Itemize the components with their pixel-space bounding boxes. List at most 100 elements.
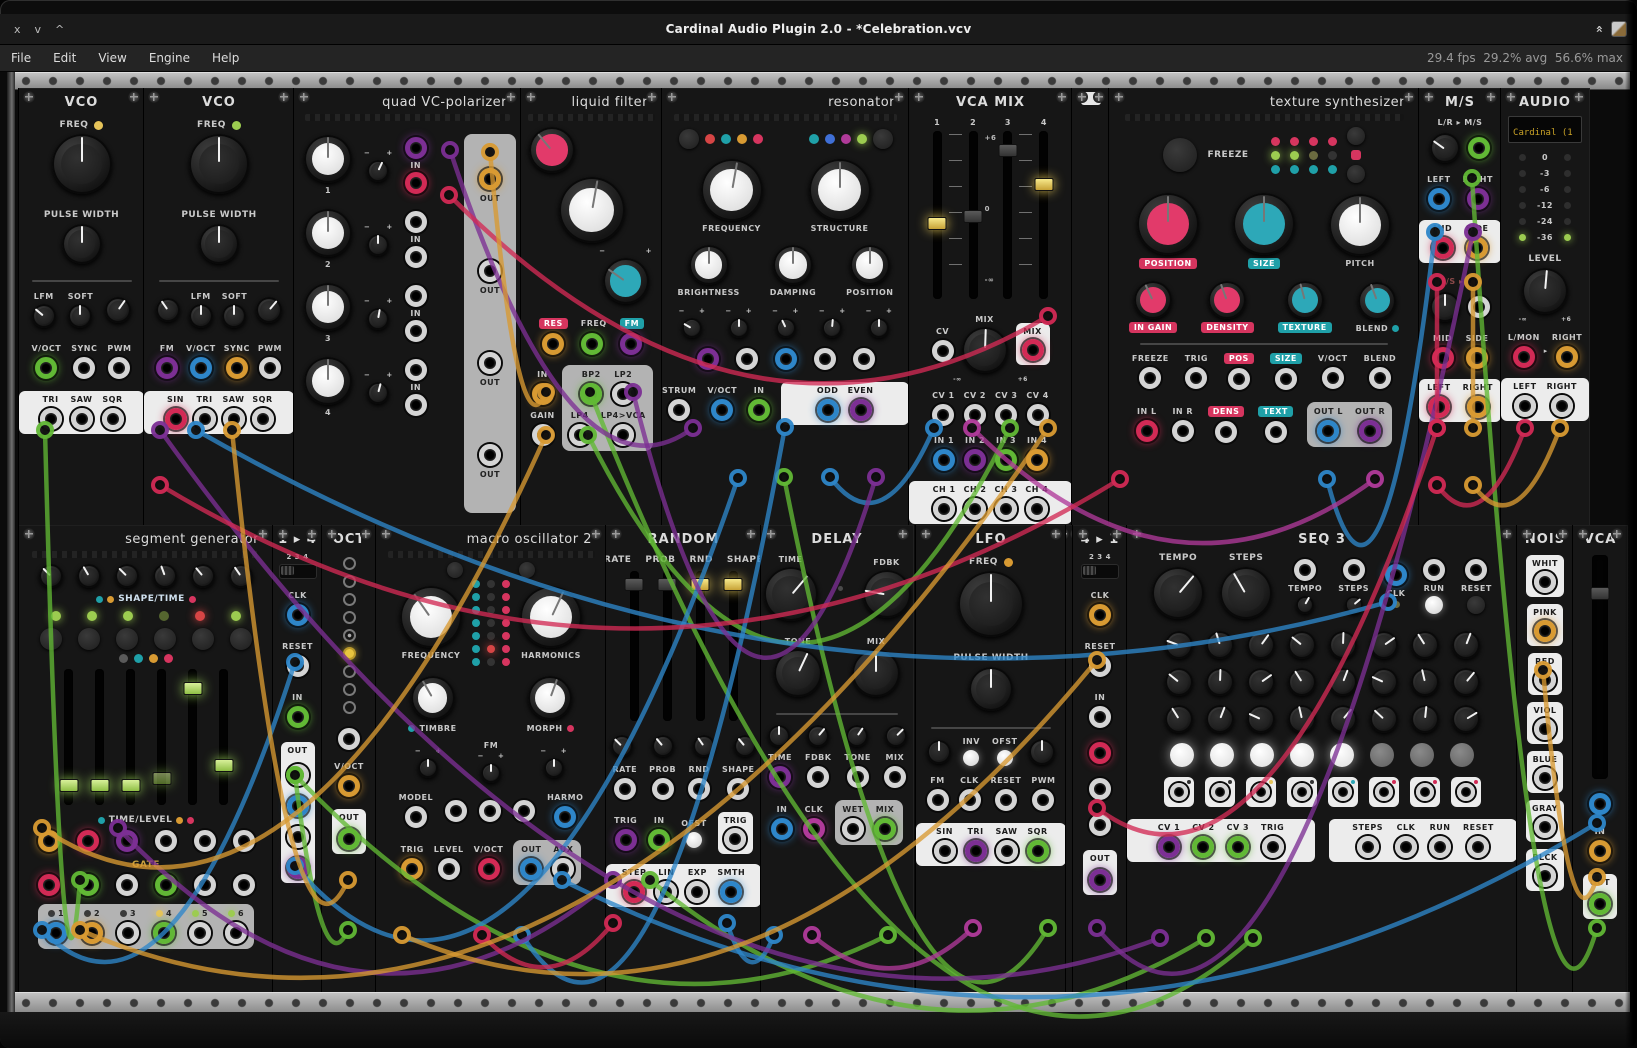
knob[interactable] [105, 297, 131, 323]
knob[interactable] [1411, 705, 1439, 733]
texture-knob[interactable] [1286, 281, 1324, 319]
pwm-port[interactable] [108, 357, 130, 379]
smth-port[interactable] [720, 881, 742, 903]
port[interactable] [1089, 869, 1111, 891]
slider[interactable] [630, 571, 639, 721]
step-port[interactable] [623, 881, 645, 903]
mix-knob[interactable] [852, 649, 900, 697]
slider-handle[interactable] [691, 578, 710, 591]
menu-file[interactable]: File [0, 51, 42, 65]
knob[interactable] [418, 758, 438, 778]
harmonics-knob[interactable] [520, 586, 582, 648]
gate-port-1[interactable] [1170, 783, 1188, 801]
port[interactable] [116, 874, 138, 896]
red-port[interactable] [1534, 669, 1556, 691]
port[interactable] [77, 874, 99, 896]
steps-port[interactable] [1357, 836, 1379, 858]
knob[interactable] [1430, 292, 1460, 322]
right-port[interactable] [1551, 395, 1573, 417]
pulse-width-knob[interactable] [969, 667, 1013, 711]
in-port[interactable] [532, 383, 554, 405]
strum-port[interactable] [668, 399, 690, 421]
button[interactable] [230, 628, 252, 650]
knob[interactable] [481, 763, 501, 783]
fm-knob[interactable] [603, 258, 649, 304]
cv-1-port[interactable] [1158, 836, 1180, 858]
frequency-knob[interactable] [400, 586, 462, 648]
frequency-knob[interactable] [701, 159, 763, 221]
knob[interactable] [885, 725, 907, 747]
knob[interactable] [367, 234, 389, 256]
right-port[interactable] [1467, 396, 1489, 418]
freeze-port[interactable] [1139, 367, 1161, 389]
sin-port[interactable] [934, 840, 956, 862]
tone-knob[interactable] [774, 649, 822, 697]
knob[interactable] [191, 564, 215, 588]
slider[interactable] [696, 571, 705, 721]
slider[interactable] [219, 669, 228, 805]
bp2-port[interactable] [580, 383, 602, 405]
sqr-port[interactable] [1027, 840, 1049, 862]
slider-handle[interactable] [724, 578, 743, 591]
knob[interactable] [367, 160, 389, 182]
side-port[interactable] [1466, 347, 1488, 369]
port[interactable] [287, 826, 309, 848]
knob[interactable] [156, 298, 180, 322]
cv-1-port[interactable] [932, 404, 954, 426]
port[interactable] [225, 922, 247, 944]
port[interactable] [338, 775, 360, 797]
slider[interactable] [188, 669, 197, 805]
tri-port[interactable] [40, 408, 62, 430]
trig-port[interactable] [401, 858, 423, 880]
knob[interactable] [729, 318, 749, 338]
knob[interactable] [39, 564, 63, 588]
rnd-port[interactable] [688, 778, 710, 800]
sync-port[interactable] [226, 357, 248, 379]
button[interactable] [447, 562, 463, 578]
trig-port[interactable] [1185, 367, 1207, 389]
out-l-port[interactable] [1317, 420, 1339, 442]
knob[interactable] [153, 564, 177, 588]
tri-port[interactable] [194, 408, 216, 430]
poly-button[interactable] [873, 129, 893, 149]
slider-handle[interactable] [121, 779, 140, 792]
port[interactable] [513, 800, 535, 822]
octave-step-8[interactable] [343, 683, 356, 696]
step-button-4[interactable] [1290, 743, 1314, 767]
collapse-icon[interactable]: » [1592, 25, 1606, 33]
knob[interactable] [528, 676, 572, 720]
lp4-port[interactable] [569, 424, 591, 446]
left-port[interactable] [1428, 396, 1450, 418]
port[interactable] [697, 348, 719, 370]
freq-knob[interactable] [958, 571, 1024, 637]
mix-port[interactable] [1022, 339, 1044, 361]
slider-handle[interactable] [928, 217, 947, 230]
port[interactable] [1589, 840, 1611, 862]
out-port[interactable] [479, 168, 501, 190]
knob[interactable] [1411, 668, 1439, 696]
3-knob[interactable] [304, 283, 352, 331]
v-oct-port[interactable] [190, 357, 212, 379]
button[interactable] [78, 628, 100, 650]
port[interactable] [405, 211, 427, 233]
mode-button[interactable] [679, 129, 699, 149]
blend-port[interactable] [1369, 367, 1391, 389]
freeze-button[interactable] [1163, 138, 1197, 172]
in-l-port[interactable] [1136, 420, 1158, 442]
port[interactable] [81, 922, 103, 944]
slider-handle[interactable] [625, 578, 644, 591]
knob[interactable] [1370, 631, 1398, 659]
port[interactable] [775, 348, 797, 370]
slider[interactable] [729, 571, 738, 721]
lin-port[interactable] [655, 881, 677, 903]
knob[interactable] [927, 740, 951, 764]
v-oct-port[interactable] [478, 858, 500, 880]
button[interactable] [1467, 596, 1485, 614]
saw-port[interactable] [71, 408, 93, 430]
pulse-width-knob[interactable] [62, 224, 102, 264]
mode-switch[interactable] [279, 564, 317, 579]
right-port[interactable] [1467, 188, 1489, 210]
slider[interactable] [64, 669, 73, 805]
sin-port[interactable] [165, 408, 187, 430]
cv-3-port[interactable] [1227, 836, 1249, 858]
